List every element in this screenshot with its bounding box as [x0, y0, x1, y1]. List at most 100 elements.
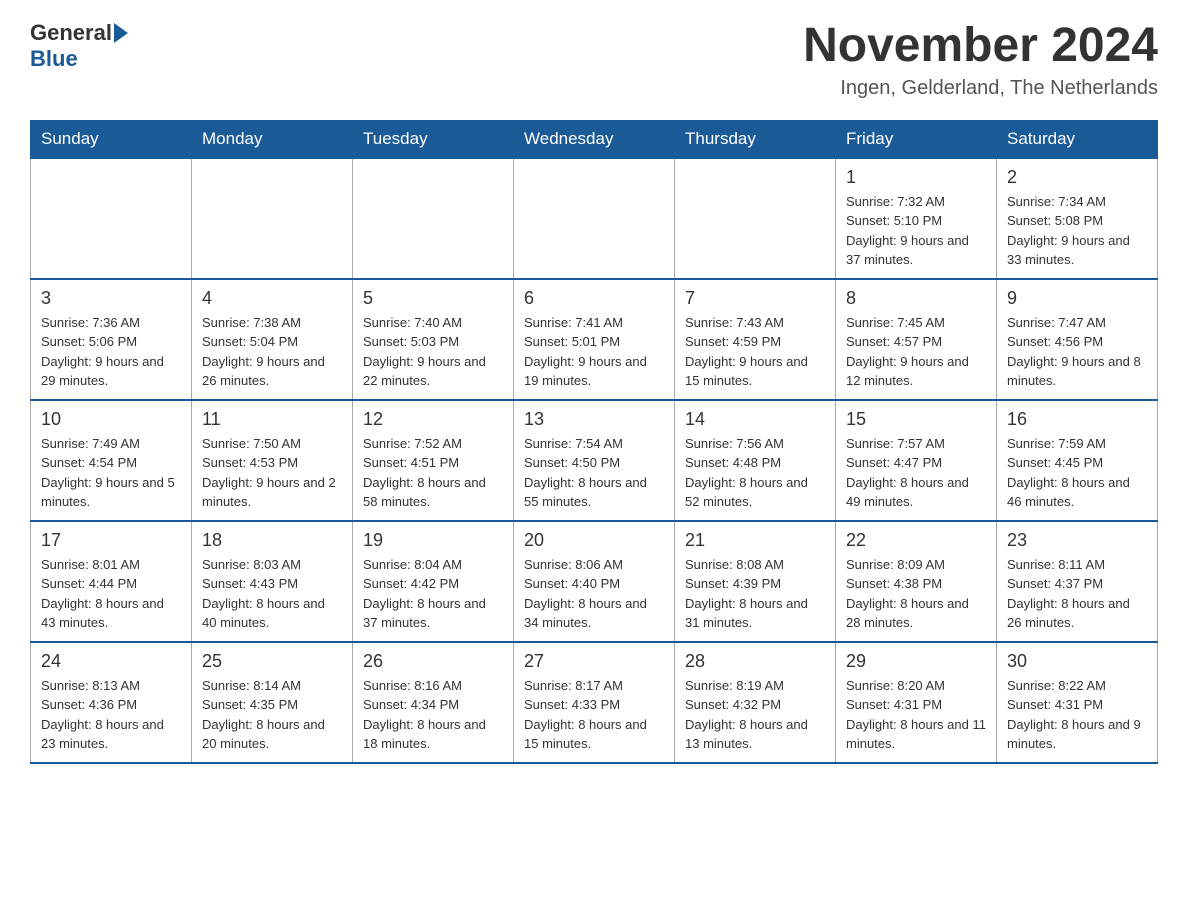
day-number: 22 — [846, 530, 986, 551]
calendar-cell: 20 Sunrise: 8:06 AMSunset: 4:40 PMDayligh… — [514, 521, 675, 642]
day-info: Sunrise: 8:14 AMSunset: 4:35 PMDaylight:… — [202, 676, 342, 754]
calendar-cell: 16 Sunrise: 7:59 AMSunset: 4:45 PMDayligh… — [997, 400, 1158, 521]
day-number: 18 — [202, 530, 342, 551]
calendar-cell: 10 Sunrise: 7:49 AMSunset: 4:54 PMDayligh… — [31, 400, 192, 521]
calendar-cell: 23 Sunrise: 8:11 AMSunset: 4:37 PMDayligh… — [997, 521, 1158, 642]
day-info: Sunrise: 8:20 AMSunset: 4:31 PMDaylight:… — [846, 676, 986, 754]
day-info: Sunrise: 8:01 AMSunset: 4:44 PMDaylight:… — [41, 555, 181, 633]
calendar-cell — [353, 158, 514, 279]
day-info: Sunrise: 7:32 AMSunset: 5:10 PMDaylight:… — [846, 192, 986, 270]
day-info: Sunrise: 8:06 AMSunset: 4:40 PMDaylight:… — [524, 555, 664, 633]
calendar-cell: 17 Sunrise: 8:01 AMSunset: 4:44 PMDayligh… — [31, 521, 192, 642]
day-info: Sunrise: 7:47 AMSunset: 4:56 PMDaylight:… — [1007, 313, 1147, 391]
day-info: Sunrise: 8:11 AMSunset: 4:37 PMDaylight:… — [1007, 555, 1147, 633]
day-info: Sunrise: 8:08 AMSunset: 4:39 PMDaylight:… — [685, 555, 825, 633]
calendar-cell: 28Sunrise: 8:19 AMSunset: 4:32 PMDayligh… — [675, 642, 836, 763]
day-info: Sunrise: 7:34 AMSunset: 5:08 PMDaylight:… — [1007, 192, 1147, 270]
calendar-cell: 14 Sunrise: 7:56 AMSunset: 4:48 PMDayligh… — [675, 400, 836, 521]
day-info: Sunrise: 8:13 AMSunset: 4:36 PMDaylight:… — [41, 676, 181, 754]
calendar-cell: 3 Sunrise: 7:36 AMSunset: 5:06 PMDaylight… — [31, 279, 192, 400]
logo: General Blue — [30, 20, 130, 72]
day-info: Sunrise: 7:50 AMSunset: 4:53 PMDaylight:… — [202, 434, 342, 512]
title-section: November 2024 Ingen, Gelderland, The Net… — [803, 20, 1158, 100]
day-info: Sunrise: 8:22 AMSunset: 4:31 PMDaylight:… — [1007, 676, 1147, 754]
calendar-cell: 29 Sunrise: 8:20 AMSunset: 4:31 PMDayligh… — [836, 642, 997, 763]
day-info: Sunrise: 7:38 AMSunset: 5:04 PMDaylight:… — [202, 313, 342, 391]
day-number: 24 — [41, 651, 181, 672]
calendar-cell: 5 Sunrise: 7:40 AMSunset: 5:03 PMDaylight… — [353, 279, 514, 400]
day-info: Sunrise: 7:54 AMSunset: 4:50 PMDaylight:… — [524, 434, 664, 512]
day-info: Sunrise: 7:56 AMSunset: 4:48 PMDaylight:… — [685, 434, 825, 512]
calendar-cell: 26Sunrise: 8:16 AMSunset: 4:34 PMDayligh… — [353, 642, 514, 763]
day-info: Sunrise: 8:03 AMSunset: 4:43 PMDaylight:… — [202, 555, 342, 633]
logo-blue-text: Blue — [30, 46, 78, 72]
calendar-cell — [514, 158, 675, 279]
month-title: November 2024 — [803, 20, 1158, 73]
day-number: 1 — [846, 167, 986, 188]
calendar-cell: 27Sunrise: 8:17 AMSunset: 4:33 PMDayligh… — [514, 642, 675, 763]
calendar-cell — [31, 158, 192, 279]
calendar-cell: 9 Sunrise: 7:47 AMSunset: 4:56 PMDaylight… — [997, 279, 1158, 400]
logo-arrow-icon — [114, 23, 128, 43]
calendar-week-row: 17 Sunrise: 8:01 AMSunset: 4:44 PMDayligh… — [31, 521, 1158, 642]
calendar-cell: 18 Sunrise: 8:03 AMSunset: 4:43 PMDayligh… — [192, 521, 353, 642]
calendar-cell: 25 Sunrise: 8:14 AMSunset: 4:35 PMDayligh… — [192, 642, 353, 763]
calendar-cell: 1 Sunrise: 7:32 AMSunset: 5:10 PMDaylight… — [836, 158, 997, 279]
day-number: 23 — [1007, 530, 1147, 551]
day-of-week-header: Saturday — [997, 120, 1158, 158]
calendar-cell: 8 Sunrise: 7:45 AMSunset: 4:57 PMDaylight… — [836, 279, 997, 400]
day-number: 10 — [41, 409, 181, 430]
day-info: Sunrise: 7:45 AMSunset: 4:57 PMDaylight:… — [846, 313, 986, 391]
day-number: 13 — [524, 409, 664, 430]
day-number: 9 — [1007, 288, 1147, 309]
day-number: 8 — [846, 288, 986, 309]
calendar-cell: 11 Sunrise: 7:50 AMSunset: 4:53 PMDayligh… — [192, 400, 353, 521]
day-number: 5 — [363, 288, 503, 309]
day-of-week-header: Sunday — [31, 120, 192, 158]
day-number: 12 — [363, 409, 503, 430]
day-of-week-header: Friday — [836, 120, 997, 158]
calendar-cell: 6 Sunrise: 7:41 AMSunset: 5:01 PMDaylight… — [514, 279, 675, 400]
day-info: Sunrise: 7:49 AMSunset: 4:54 PMDaylight:… — [41, 434, 181, 512]
calendar-cell: 30Sunrise: 8:22 AMSunset: 4:31 PMDayligh… — [997, 642, 1158, 763]
day-number: 26 — [363, 651, 503, 672]
calendar-week-row: 3 Sunrise: 7:36 AMSunset: 5:06 PMDaylight… — [31, 279, 1158, 400]
calendar-week-row: 24 Sunrise: 8:13 AMSunset: 4:36 PMDayligh… — [31, 642, 1158, 763]
calendar-cell: 2Sunrise: 7:34 AMSunset: 5:08 PMDaylight… — [997, 158, 1158, 279]
day-number: 27 — [524, 651, 664, 672]
calendar-cell: 7 Sunrise: 7:43 AMSunset: 4:59 PMDaylight… — [675, 279, 836, 400]
day-info: Sunrise: 7:40 AMSunset: 5:03 PMDaylight:… — [363, 313, 503, 391]
day-number: 20 — [524, 530, 664, 551]
calendar-cell: 22Sunrise: 8:09 AMSunset: 4:38 PMDayligh… — [836, 521, 997, 642]
day-number: 17 — [41, 530, 181, 551]
day-of-week-header: Tuesday — [353, 120, 514, 158]
calendar-table: SundayMondayTuesdayWednesdayThursdayFrid… — [30, 120, 1158, 764]
day-number: 15 — [846, 409, 986, 430]
calendar-cell: 21 Sunrise: 8:08 AMSunset: 4:39 PMDayligh… — [675, 521, 836, 642]
page-header: General Blue November 2024 Ingen, Gelder… — [30, 20, 1158, 100]
day-number: 14 — [685, 409, 825, 430]
day-number: 7 — [685, 288, 825, 309]
calendar-cell — [192, 158, 353, 279]
day-number: 3 — [41, 288, 181, 309]
calendar-cell: 12Sunrise: 7:52 AMSunset: 4:51 PMDayligh… — [353, 400, 514, 521]
calendar-cell: 24 Sunrise: 8:13 AMSunset: 4:36 PMDayligh… — [31, 642, 192, 763]
day-number: 16 — [1007, 409, 1147, 430]
day-info: Sunrise: 7:36 AMSunset: 5:06 PMDaylight:… — [41, 313, 181, 391]
day-of-week-header: Thursday — [675, 120, 836, 158]
day-number: 4 — [202, 288, 342, 309]
day-info: Sunrise: 7:43 AMSunset: 4:59 PMDaylight:… — [685, 313, 825, 391]
day-info: Sunrise: 7:59 AMSunset: 4:45 PMDaylight:… — [1007, 434, 1147, 512]
day-number: 29 — [846, 651, 986, 672]
calendar-cell: 15Sunrise: 7:57 AMSunset: 4:47 PMDayligh… — [836, 400, 997, 521]
logo-general-text: General — [30, 20, 112, 46]
day-of-week-header: Wednesday — [514, 120, 675, 158]
day-number: 11 — [202, 409, 342, 430]
calendar-cell: 19Sunrise: 8:04 AMSunset: 4:42 PMDayligh… — [353, 521, 514, 642]
day-number: 21 — [685, 530, 825, 551]
day-number: 6 — [524, 288, 664, 309]
day-number: 25 — [202, 651, 342, 672]
day-of-week-header: Monday — [192, 120, 353, 158]
calendar-cell: 4 Sunrise: 7:38 AMSunset: 5:04 PMDaylight… — [192, 279, 353, 400]
day-info: Sunrise: 7:41 AMSunset: 5:01 PMDaylight:… — [524, 313, 664, 391]
